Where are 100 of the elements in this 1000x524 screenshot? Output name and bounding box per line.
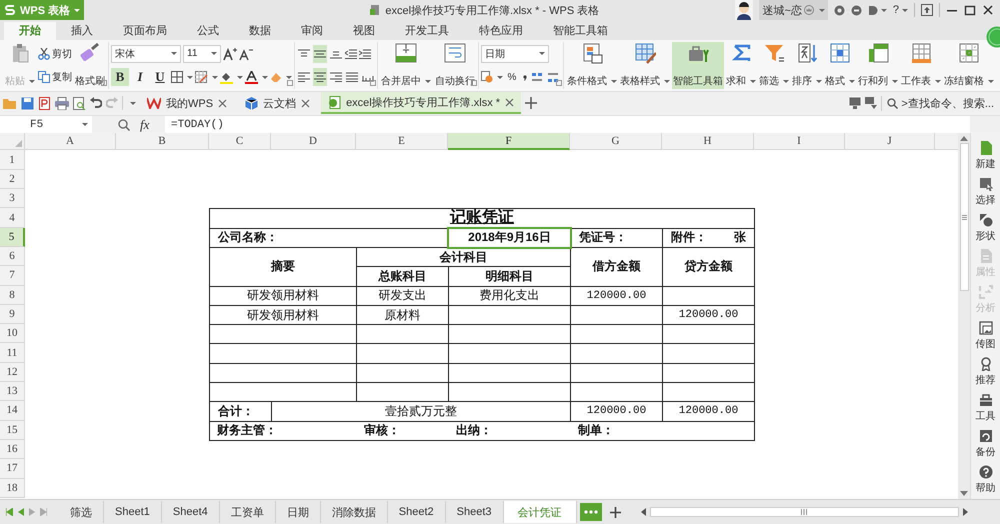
recommend-button[interactable]: 推荐 [976,357,996,388]
avatar-icon[interactable] [735,0,754,20]
row-header[interactable]: 13 [0,382,25,402]
tools-button[interactable]: 工具 [976,393,996,424]
column-header[interactable]: F [448,133,570,150]
monitor-icon[interactable] [849,97,862,110]
sheet-tab[interactable]: Sheet2 [388,501,446,524]
scroll-left-icon[interactable] [640,508,646,516]
command-search-field[interactable]: >查找命令、搜索... [881,96,1000,111]
zoom-icon[interactable] [118,118,130,131]
menu-tab[interactable]: 数据 [234,22,286,40]
menu-tab[interactable]: 开始 [4,22,56,40]
insert-function-button[interactable]: fx [140,116,150,133]
select-button[interactable]: 选择 [976,177,996,208]
sheet-tab[interactable]: 日期 [276,501,321,524]
document-icon[interactable] [868,4,878,16]
cell-style-icon[interactable] [195,71,208,84]
maximize-icon[interactable] [964,4,976,16]
menu-tab[interactable]: 智能工具箱 [538,22,623,40]
dialog-launcher-icon[interactable] [471,80,477,86]
formula-field[interactable]: =TODAY() [165,116,970,134]
currency-icon[interactable] [481,71,493,84]
increase-indent-icon[interactable] [359,48,371,59]
add-decimal-icon[interactable] [531,71,545,84]
menu-tab[interactable]: 特色应用 [464,22,538,40]
rows-columns-button[interactable]: 行和列 [857,42,899,90]
sort-button[interactable]: 排序 [791,42,823,90]
row-header[interactable]: 10 [0,324,25,344]
row-header[interactable]: 7 [0,266,25,286]
scroll-right-icon[interactable] [963,508,968,516]
menu-tab[interactable]: 审阅 [286,22,338,40]
print-preview-icon[interactable] [73,96,86,110]
menu-tab[interactable]: 插入 [56,22,108,40]
row-header[interactable]: 16 [0,440,25,460]
grow-font-icon[interactable] [223,46,237,61]
close-icon[interactable] [982,4,994,16]
conditional-format-button[interactable]: 条件格式 [566,42,618,90]
row-header[interactable]: 2 [0,170,25,190]
new-button[interactable]: 新建 [976,141,996,172]
row-header[interactable]: 18 [0,478,25,498]
pin-icon[interactable] [921,4,933,16]
remove-decimal-icon[interactable] [547,71,561,84]
help-button[interactable]: 帮助 [976,465,996,496]
bold-button[interactable]: B [111,68,129,86]
scrollbar-thumb[interactable] [960,143,968,292]
sheet-tab[interactable]: Sheet4 [162,501,220,524]
sheet-tab[interactable]: 工资单 [220,501,276,524]
sheet-tab[interactable]: 筛选 [59,501,104,524]
row-header[interactable]: 9 [0,304,25,324]
backup-button[interactable]: 备份 [976,429,996,460]
skin-icon[interactable] [834,4,845,16]
add-sheet-icon[interactable] [610,506,620,518]
merge-center-button[interactable]: 合并居中 [380,42,432,90]
align-center-button[interactable] [313,68,327,86]
align-middle-button[interactable] [313,44,327,63]
message-icon[interactable] [850,4,862,16]
row-header[interactable]: 8 [0,286,25,305]
row-header[interactable]: 15 [0,420,25,440]
row-header[interactable]: 17 [0,459,25,479]
menu-tab[interactable]: 公式 [182,22,234,40]
document-tab[interactable]: excel操作技巧专用工作簿.xlsx * [321,92,522,114]
decrease-indent-icon[interactable] [345,48,357,59]
close-icon[interactable] [505,98,514,107]
copy-button[interactable]: 复制 [38,70,72,84]
font-color-icon[interactable] [245,70,258,84]
row-header[interactable]: 3 [0,189,25,208]
cut-button[interactable]: 剪切 [38,46,72,61]
document-tab[interactable]: 云文档 [238,92,318,114]
add-tab-icon[interactable] [525,97,538,110]
font-name-field[interactable]: 宋体 [111,44,181,63]
document-tab[interactable]: 我的WPS [140,92,234,114]
close-icon[interactable] [301,98,310,108]
row-header[interactable]: 12 [0,362,25,382]
name-box[interactable]: F5 [0,116,92,134]
pdf-icon[interactable] [38,96,51,110]
dialog-launcher-icon[interactable] [370,80,376,86]
fill-color-icon[interactable] [220,70,233,84]
close-icon[interactable] [218,98,228,108]
underline-button[interactable]: U [151,68,169,86]
sheet-tab[interactable]: 会计凭证 [504,501,576,524]
first-sheet-icon[interactable] [6,508,13,516]
row-header[interactable]: 5 [0,228,25,247]
number-format-field[interactable]: 日期 [481,44,549,63]
row-header[interactable]: 4 [0,208,25,228]
percent-button[interactable]: % [505,68,519,86]
row-header[interactable]: 14 [0,401,25,421]
more-sheets-button[interactable] [580,503,602,522]
row-header[interactable]: 6 [0,246,25,266]
help-menu[interactable]: ? [892,4,908,16]
save-icon[interactable] [21,96,34,110]
scrollbar-thumb[interactable] [650,507,959,518]
sheet-tab[interactable]: Sheet1 [104,501,162,524]
flag-icon[interactable] [865,97,878,110]
menu-tab[interactable]: 页面布局 [108,22,182,40]
italic-button[interactable]: I [131,68,149,86]
format-button[interactable]: 格式 [824,42,856,90]
worksheet-button[interactable]: 工作表 [900,42,942,90]
shrink-font-icon[interactable] [239,46,253,61]
undo-icon[interactable] [90,97,102,110]
font-size-field[interactable]: 11 [183,44,221,63]
